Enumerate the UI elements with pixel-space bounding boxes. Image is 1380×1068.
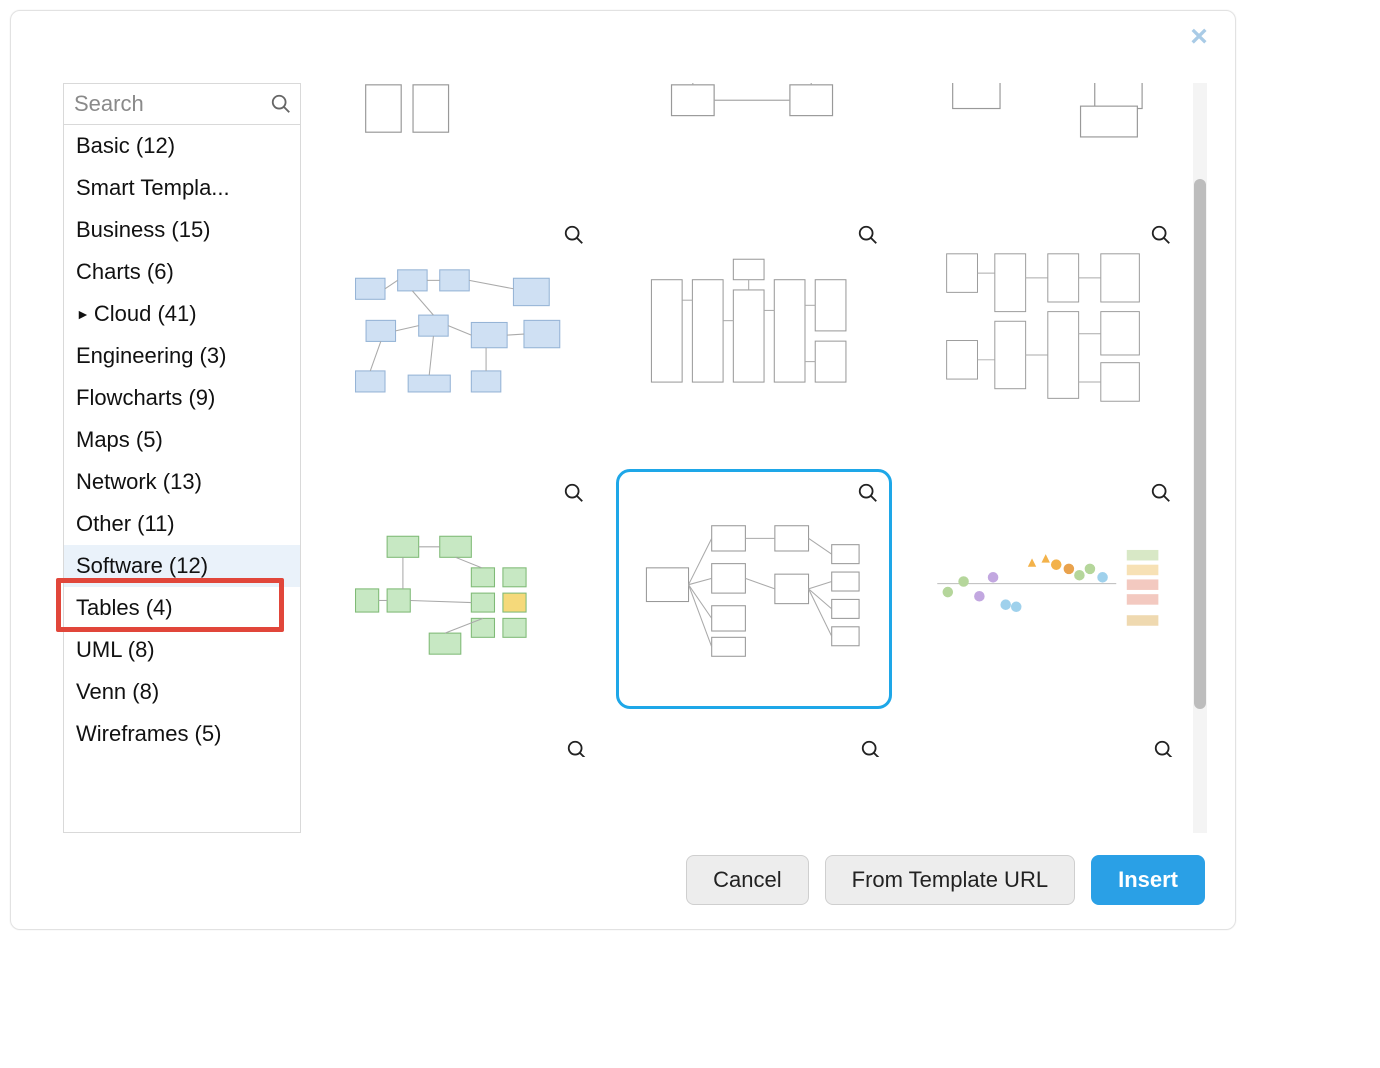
category-label: Maps (5) <box>76 427 163 453</box>
template-thumb[interactable] <box>616 211 891 451</box>
category-item-maps[interactable]: Maps (5) <box>64 419 300 461</box>
template-scrollbar[interactable] <box>1193 83 1207 833</box>
template-thumb[interactable] <box>323 83 598 193</box>
category-label: Engineering (3) <box>76 343 226 369</box>
category-label: Wireframes (5) <box>76 721 221 747</box>
template-preview <box>636 83 873 157</box>
scrollbar-thumb[interactable] <box>1194 179 1206 709</box>
template-thumb[interactable] <box>910 469 1185 709</box>
category-item-smart-templates[interactable]: Smart Templa... <box>64 167 300 209</box>
insert-button[interactable]: Insert <box>1091 855 1205 905</box>
template-thumb[interactable] <box>910 211 1185 451</box>
template-grid-scroll[interactable] <box>315 83 1193 833</box>
zoom-icon[interactable] <box>1153 739 1175 757</box>
search-wrap <box>64 84 300 125</box>
zoom-icon[interactable] <box>1150 224 1172 246</box>
template-row-peek-bottom <box>315 729 1193 757</box>
category-label: Cloud (41) <box>94 301 197 327</box>
category-item-engineering[interactable]: Engineering (3) <box>64 335 300 377</box>
category-label: Basic (12) <box>76 133 175 159</box>
template-thumb[interactable] <box>323 729 598 757</box>
category-label: Software (12) <box>76 553 208 579</box>
zoom-icon[interactable] <box>563 482 585 504</box>
dialog-body: Basic (12) Smart Templa... Business (15)… <box>11 11 1235 833</box>
template-thumb[interactable] <box>910 83 1185 193</box>
template-thumb[interactable] <box>616 83 891 193</box>
template-picker-dialog: × Basic (12) Smart Templa... Business (1… <box>10 10 1236 930</box>
template-row-peek-top <box>315 83 1193 211</box>
template-preview <box>638 507 870 671</box>
category-item-business[interactable]: Business (15) <box>64 209 300 251</box>
template-thumb[interactable] <box>323 211 598 451</box>
category-item-basic[interactable]: Basic (12) <box>64 125 300 167</box>
category-item-cloud[interactable]: ►Cloud (41) <box>64 293 300 335</box>
category-item-venn[interactable]: Venn (8) <box>64 671 300 713</box>
expand-icon[interactable]: ► <box>76 306 90 322</box>
category-item-wireframes[interactable]: Wireframes (5) <box>64 713 300 755</box>
category-item-tables[interactable]: Tables (4) <box>64 587 300 629</box>
category-item-charts[interactable]: Charts (6) <box>64 251 300 293</box>
template-preview <box>345 507 577 671</box>
zoom-icon[interactable] <box>860 739 882 757</box>
category-label: Other (11) <box>76 511 175 537</box>
zoom-icon[interactable] <box>563 224 585 246</box>
zoom-icon[interactable] <box>857 482 879 504</box>
category-label: Tables (4) <box>76 595 173 621</box>
category-item-other[interactable]: Other (11) <box>64 503 300 545</box>
from-template-url-button[interactable]: From Template URL <box>825 855 1075 905</box>
category-label: Flowcharts (9) <box>76 385 215 411</box>
template-preview <box>929 83 1166 157</box>
template-main <box>315 83 1207 833</box>
category-list[interactable]: Basic (12) Smart Templa... Business (15)… <box>64 125 300 832</box>
category-label: Venn (8) <box>76 679 159 705</box>
search-input[interactable] <box>64 84 300 124</box>
template-preview <box>342 83 579 157</box>
template-preview <box>932 249 1164 413</box>
template-thumb[interactable] <box>910 729 1185 757</box>
category-item-network[interactable]: Network (13) <box>64 461 300 503</box>
template-thumb[interactable] <box>323 469 598 709</box>
category-item-flowcharts[interactable]: Flowcharts (9) <box>64 377 300 419</box>
category-label: Network (13) <box>76 469 202 495</box>
category-label: Business (15) <box>76 217 211 243</box>
category-item-software[interactable]: Software (12) <box>64 545 300 587</box>
zoom-icon[interactable] <box>1150 482 1172 504</box>
category-label: UML (8) <box>76 637 155 663</box>
dialog-footer: Cancel From Template URL Insert <box>11 833 1235 929</box>
category-label: Charts (6) <box>76 259 174 285</box>
close-icon[interactable]: × <box>1185 27 1213 55</box>
template-preview <box>345 249 577 413</box>
zoom-icon[interactable] <box>857 224 879 246</box>
search-icon[interactable] <box>270 93 292 115</box>
template-thumb-selected[interactable] <box>616 469 891 709</box>
category-label: Smart Templa... <box>76 175 230 201</box>
template-grid <box>315 211 1193 729</box>
template-preview <box>932 507 1164 671</box>
template-thumb[interactable] <box>616 729 891 757</box>
cancel-button[interactable]: Cancel <box>686 855 808 905</box>
zoom-icon[interactable] <box>566 739 588 757</box>
category-sidebar: Basic (12) Smart Templa... Business (15)… <box>63 83 301 833</box>
template-preview <box>638 249 870 413</box>
category-item-uml[interactable]: UML (8) <box>64 629 300 671</box>
